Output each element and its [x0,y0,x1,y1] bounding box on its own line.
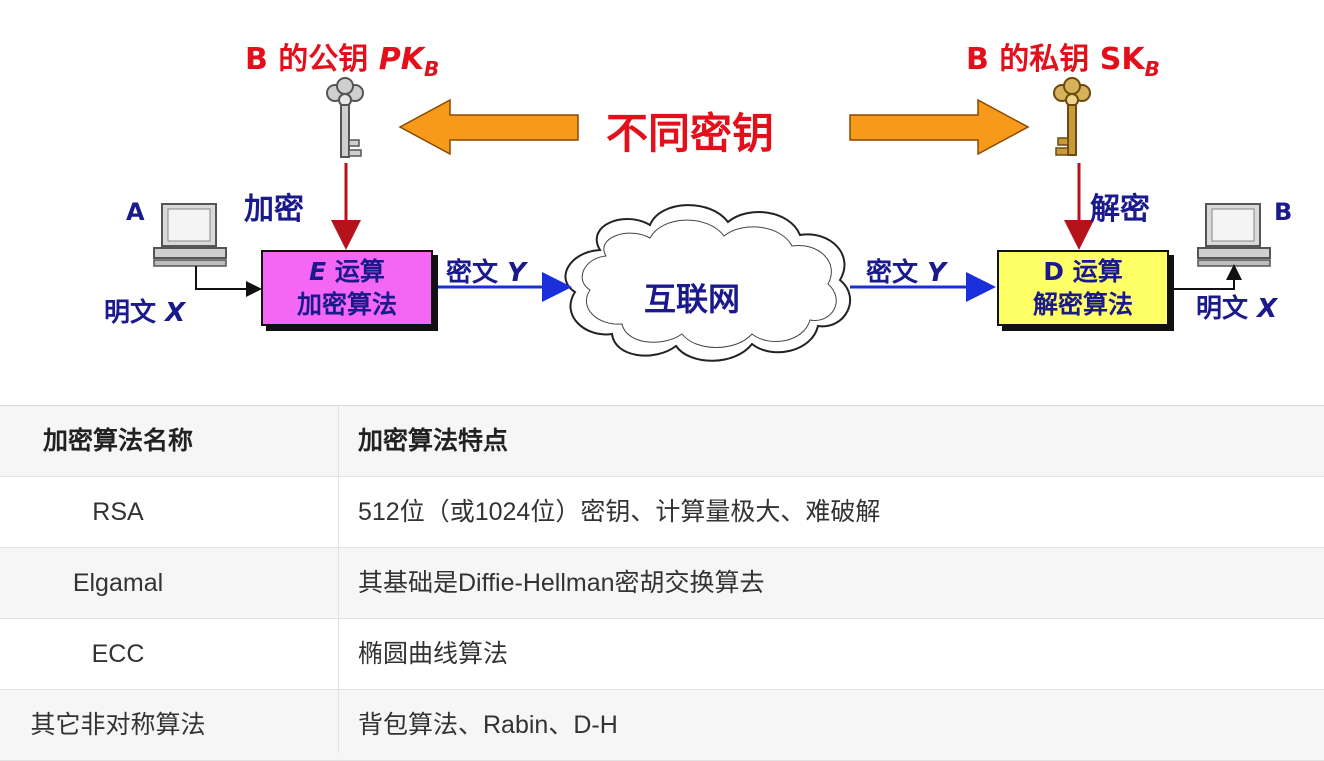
public-key-icon [326,77,364,158]
row-features: 其基础是Diffie-Hellman密胡交换算去 [358,569,765,597]
table-row: 其它非对称算法 背包算法、Rabin、D-H [0,690,1324,761]
decrypt-label: 解密 [1090,192,1150,227]
decrypt-algorithm-box: D 运算 解密算法 [997,250,1169,326]
receiver-label: B [1274,198,1293,226]
header-name: 加密算法名称 [42,427,193,455]
public-key-label: B 的公钥 PKB [245,34,439,81]
plaintext-out-line [1172,264,1242,290]
column-divider [338,406,339,753]
public-key-subscript: B [424,57,440,81]
right-orange-arrow [849,98,1030,156]
plaintext-left-text: 明文 [104,298,166,328]
encrypt-box-line2: 加密算法 [296,290,397,319]
row-name: ECC [91,640,145,668]
plaintext-right-label: 明文 X [1196,288,1277,325]
public-key-prefix: B 的公钥 [245,42,379,77]
encrypt-box-op: 运算 [326,257,385,286]
computer-b-icon [1197,203,1271,267]
private-key-label: B 的私钥 SKB [966,34,1160,81]
encrypt-algorithm-box: E 运算 加密算法 [261,250,433,326]
row-name: Elgamal [72,569,164,597]
different-keys-label: 不同密钥 [606,109,775,158]
private-key-symbol: SK [1099,42,1145,77]
table-header-row: 加密算法名称 加密算法特点 [0,406,1324,477]
private-key-subscript: B [1144,57,1160,81]
ciphertext-right-text: 密文 [866,258,928,288]
table-row: Elgamal 其基础是Diffie-Hellman密胡交换算去 [0,548,1324,619]
plaintext-left-label: 明文 X [104,292,185,329]
ciphertext-left-var: Y [507,258,526,288]
plaintext-in-line [195,266,262,297]
decrypt-box-line2: 解密算法 [1032,290,1133,319]
decrypt-box-line1: D 运算 [1043,257,1123,286]
encrypt-box-line1: E 运算 [309,255,385,288]
header-features: 加密算法特点 [358,427,509,455]
ciphertext-right-label: 密文 Y [866,252,946,289]
encrypt-label: 加密 [244,192,304,227]
plaintext-right-text: 明文 [1196,294,1258,324]
ciphertext-left-text: 密文 [446,258,508,288]
plaintext-left-var: X [165,298,186,328]
ciphertext-right-var: Y [927,258,946,288]
sender-label: A [126,198,145,226]
network-label: 互联网 [644,280,741,318]
row-features: 椭圆曲线算法 [358,640,509,668]
private-key-prefix: B 的私钥 [966,42,1100,77]
row-name: 其它非对称算法 [30,711,206,739]
asymmetric-encryption-diagram: B 的公钥 PKB B 的私钥 SKB 不同密钥 加密 解密 A B 明文 X … [0,0,1324,405]
algorithm-table: 加密算法名称 加密算法特点 RSA 512位（或1024位）密钥、计算量极大、难… [0,405,1324,761]
computer-a-icon [153,203,227,267]
private-key-icon [1053,77,1091,156]
row-features: 背包算法、Rabin、D-H [358,711,618,739]
table-row: ECC 椭圆曲线算法 [0,619,1324,690]
plaintext-right-var: X [1257,294,1278,324]
table-row: RSA 512位（或1024位）密钥、计算量极大、难破解 [0,477,1324,548]
row-features: 512位（或1024位）密钥、计算量极大、难破解 [358,498,881,526]
left-orange-arrow [398,98,579,156]
public-key-symbol: PK [378,42,424,77]
row-name: RSA [92,498,144,526]
ciphertext-left-label: 密文 Y [446,252,526,289]
encrypt-box-var: E [309,257,327,286]
